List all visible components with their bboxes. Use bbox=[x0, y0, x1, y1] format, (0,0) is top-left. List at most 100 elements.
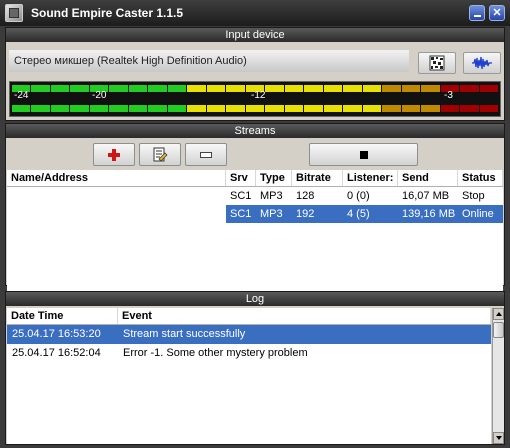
streams-table-header: Name/Address Srv Type Bitrate Listener: … bbox=[7, 170, 503, 187]
window-title: Sound Empire Caster 1.1.5 bbox=[31, 6, 184, 20]
streams-table: Name/Address Srv Type Bitrate Listener: … bbox=[7, 170, 503, 300]
meter-segment bbox=[479, 85, 499, 92]
meter-segment bbox=[284, 105, 304, 112]
remove-stream-button[interactable] bbox=[185, 143, 227, 166]
stream-row[interactable]: SC1 MP3 128 0 (0) 16,07 MB Stop bbox=[7, 187, 503, 205]
meter-segment bbox=[187, 85, 206, 92]
meter-segment bbox=[401, 85, 421, 92]
log-scrollbar[interactable] bbox=[492, 308, 504, 444]
meter-segment bbox=[50, 85, 70, 92]
streams-toolbar bbox=[9, 142, 501, 168]
device-select[interactable]: Стерео микшер (Realtek High Definition A… bbox=[9, 50, 409, 72]
device-name: Стерео микшер (Realtek High Definition A… bbox=[14, 55, 247, 67]
scroll-down-button[interactable] bbox=[493, 432, 504, 444]
meter-segment bbox=[304, 105, 323, 112]
input-device-panel: Input device Стерео микшер (Realtek High… bbox=[5, 27, 505, 121]
stream-status: Online bbox=[458, 205, 503, 223]
meter-segment bbox=[89, 105, 109, 112]
meter-segment bbox=[70, 85, 89, 92]
col-date-time[interactable]: Date Time bbox=[7, 308, 118, 324]
meter-segment bbox=[206, 85, 226, 92]
meter-label-3: -3 bbox=[444, 90, 453, 101]
meter-segment bbox=[401, 105, 421, 112]
scroll-up-button[interactable] bbox=[493, 308, 504, 320]
meter-segment bbox=[284, 85, 304, 92]
meter-segment bbox=[304, 85, 323, 92]
stream-listeners: 4 (5) bbox=[343, 205, 398, 223]
col-name-address[interactable]: Name/Address bbox=[7, 170, 226, 186]
streams-table-empty-area bbox=[7, 223, 503, 300]
col-listeners[interactable]: Listener: bbox=[343, 170, 398, 186]
log-panel: Log Date Time Event 25.04.17 16:53:20 St… bbox=[5, 291, 505, 445]
stop-button[interactable] bbox=[309, 143, 418, 166]
meter-segment bbox=[206, 105, 226, 112]
log-event: Stream start successfully bbox=[123, 328, 246, 340]
stream-bitrate: 192 bbox=[292, 205, 343, 223]
stream-send: 139,16 MB bbox=[398, 205, 458, 223]
meter-segment bbox=[265, 85, 284, 92]
meter-segment bbox=[148, 105, 167, 112]
log-table: Date Time Event 25.04.17 16:53:20 Stream… bbox=[7, 308, 491, 444]
meter-segment bbox=[460, 85, 479, 92]
log-datetime: 25.04.17 16:52:04 bbox=[12, 347, 101, 359]
edit-stream-button[interactable] bbox=[139, 143, 181, 166]
input-device-header: Input device bbox=[6, 28, 504, 42]
level-meter: -24 -20 -12 -3 bbox=[9, 81, 501, 117]
scroll-thumb[interactable] bbox=[493, 322, 504, 338]
stream-send: 16,07 MB bbox=[402, 190, 450, 202]
meter-segment bbox=[167, 105, 187, 112]
meter-segment bbox=[31, 85, 50, 92]
meter-segment bbox=[109, 85, 128, 92]
meter-segment bbox=[148, 85, 167, 92]
stop-icon bbox=[359, 150, 368, 159]
meter-segment bbox=[323, 105, 343, 112]
plus-icon bbox=[108, 148, 120, 161]
meter-segment bbox=[382, 85, 401, 92]
col-send[interactable]: Send bbox=[398, 170, 458, 186]
meter-segment bbox=[421, 85, 440, 92]
waveform-button[interactable] bbox=[463, 52, 501, 74]
meter-segment bbox=[50, 105, 70, 112]
stream-status: Stop bbox=[462, 190, 485, 202]
device-settings-button[interactable] bbox=[418, 52, 456, 74]
meter-segment bbox=[362, 105, 382, 112]
meter-segment bbox=[265, 105, 284, 112]
stream-listeners: 0 (0) bbox=[347, 190, 370, 202]
stream-name bbox=[7, 205, 226, 223]
meter-segment bbox=[128, 85, 148, 92]
close-icon: ✕ bbox=[492, 6, 502, 19]
close-button[interactable]: ✕ bbox=[489, 5, 505, 21]
meter-segment bbox=[362, 85, 382, 92]
meter-segment bbox=[382, 105, 401, 112]
meter-segment bbox=[167, 85, 187, 92]
stream-bitrate: 128 bbox=[296, 190, 315, 202]
col-type[interactable]: Type bbox=[256, 170, 292, 186]
minimize-button[interactable] bbox=[469, 5, 485, 21]
stream-srv: SC1 bbox=[230, 190, 252, 202]
log-row-selected[interactable]: 25.04.17 16:53:20 Stream start successfu… bbox=[7, 325, 491, 344]
stream-srv: SC1 bbox=[226, 205, 256, 223]
meter-row-bottom bbox=[12, 105, 499, 112]
col-srv[interactable]: Srv bbox=[226, 170, 256, 186]
meter-segment bbox=[460, 105, 479, 112]
meter-segment bbox=[440, 105, 460, 112]
meter-segment bbox=[343, 105, 362, 112]
stream-row-selected[interactable]: SC1 MP3 192 4 (5) 139,16 MB Online bbox=[7, 205, 503, 223]
log-row[interactable]: 25.04.17 16:52:04 Error -1. Some other m… bbox=[7, 344, 491, 363]
col-bitrate[interactable]: Bitrate bbox=[292, 170, 343, 186]
meter-segment bbox=[187, 105, 206, 112]
meter-segment bbox=[245, 105, 265, 112]
meter-segment bbox=[226, 105, 245, 112]
meter-segment bbox=[109, 105, 128, 112]
meter-segment bbox=[226, 85, 245, 92]
add-stream-button[interactable] bbox=[93, 143, 135, 166]
col-event[interactable]: Event bbox=[118, 308, 491, 324]
stream-name bbox=[7, 187, 226, 205]
meter-segment bbox=[12, 105, 31, 112]
meter-segment bbox=[343, 85, 362, 92]
meter-segment bbox=[70, 105, 89, 112]
log-header: Log bbox=[6, 292, 504, 306]
col-status[interactable]: Status bbox=[458, 170, 503, 186]
log-datetime: 25.04.17 16:53:20 bbox=[12, 328, 101, 340]
minus-icon bbox=[200, 151, 212, 158]
